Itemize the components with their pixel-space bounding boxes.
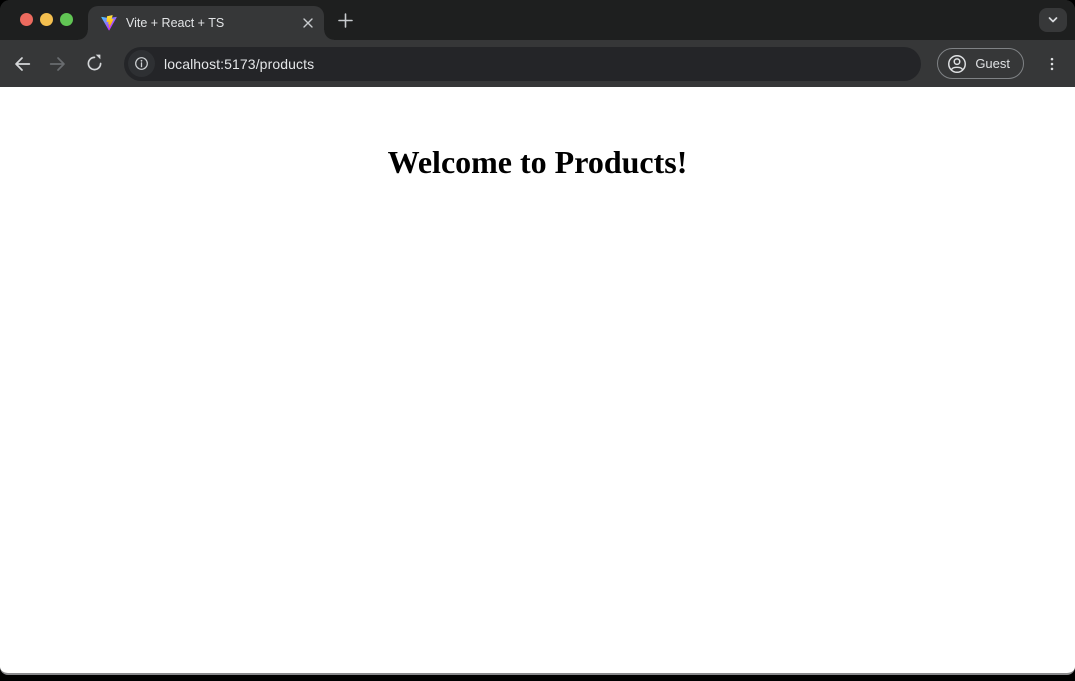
page-heading: Welcome to Products!: [0, 87, 1075, 181]
vite-favicon-icon: [101, 15, 117, 31]
traffic-lights: [20, 13, 73, 26]
reload-icon[interactable]: [78, 48, 110, 80]
profile-guest-button[interactable]: Guest: [937, 48, 1024, 79]
url-text[interactable]: localhost:5173/products: [164, 56, 314, 72]
tab-title: Vite + React + TS: [126, 16, 299, 30]
web-page-content: Welcome to Products!: [0, 87, 1075, 673]
address-bar[interactable]: localhost:5173/products: [124, 47, 921, 81]
guest-label: Guest: [975, 56, 1010, 71]
forward-icon[interactable]: [42, 48, 74, 80]
close-tab-icon[interactable]: [299, 14, 317, 32]
guest-avatar-icon: [946, 53, 968, 75]
back-icon[interactable]: [6, 48, 38, 80]
site-info-icon[interactable]: [128, 50, 155, 77]
close-window-button[interactable]: [20, 13, 33, 26]
tab-search-chevron-icon[interactable]: [1039, 8, 1067, 32]
browser-toolbar: localhost:5173/products Guest: [0, 40, 1075, 87]
tab-strip: Vite + React + TS: [0, 0, 1075, 40]
new-tab-button[interactable]: [332, 7, 358, 33]
browser-window: Vite + React + TS: [0, 0, 1075, 675]
minimize-window-button[interactable]: [40, 13, 53, 26]
browser-menu-kebab-icon[interactable]: [1038, 50, 1066, 78]
browser-tab-active[interactable]: Vite + React + TS: [88, 6, 324, 40]
zoom-window-button[interactable]: [60, 13, 73, 26]
